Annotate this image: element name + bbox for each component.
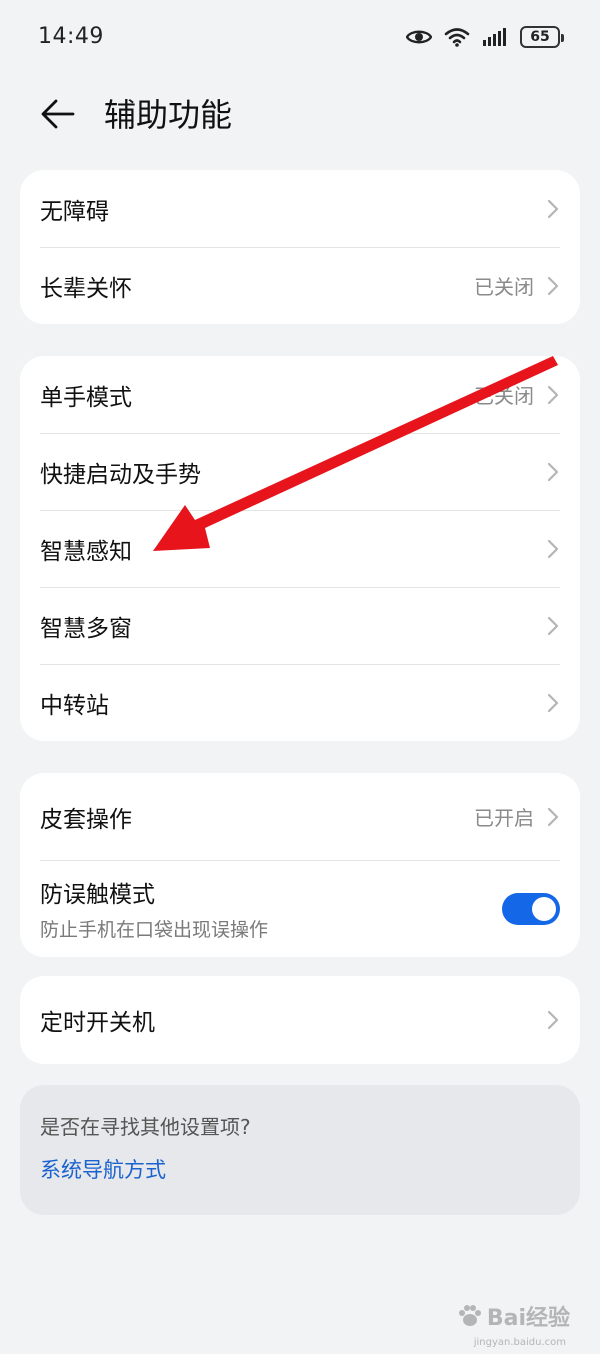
setting-value: 已关闭 <box>474 275 534 299</box>
arrow-left-icon <box>41 99 75 129</box>
watermark-logo: Bai经验 <box>457 1300 570 1332</box>
mistouch-toggle[interactable] <box>502 892 560 925</box>
setting-label: 快捷启动及手势 <box>40 461 201 488</box>
setting-value: 已开启 <box>474 806 534 830</box>
page-title: 辅助功能 <box>104 96 233 134</box>
setting-label: 定时开关机 <box>40 1010 155 1036</box>
setting-label: 无障碍 <box>40 198 109 225</box>
chevron-right-icon <box>546 615 560 637</box>
setting-description: 防止手机在口袋出现误操作 <box>40 919 269 941</box>
settings-group-interaction: 单手模式 已关闭 快捷启动及手势 智慧感知 智慧多窗 中转站 <box>20 356 580 741</box>
setting-row-accessibility[interactable]: 无障碍 <box>20 170 580 247</box>
setting-row-scheduled-power[interactable]: 定时开关机 <box>20 976 580 1064</box>
back-button[interactable] <box>36 92 80 136</box>
eye-icon <box>406 30 432 44</box>
setting-row-smart-multiwindow[interactable]: 智慧多窗 <box>20 587 580 664</box>
setting-row-smart-perception[interactable]: 智慧感知 <box>20 510 580 587</box>
setting-row-elder-care[interactable]: 长辈关怀 已关闭 <box>20 247 580 324</box>
chevron-right-icon <box>546 384 560 406</box>
wifi-icon <box>444 28 470 47</box>
settings-group-schedule: 定时开关机 <box>20 976 580 1064</box>
battery-level: 65 <box>530 29 550 45</box>
status-bar: 14:49 65 <box>0 0 600 76</box>
chevron-right-icon <box>546 692 560 714</box>
setting-row-transfer-station[interactable]: 中转站 <box>20 664 580 741</box>
system-navigation-link[interactable]: 系统导航方式 <box>40 1154 560 1184</box>
setting-value: 已关闭 <box>474 384 534 408</box>
setting-text: 防误触模式 防止手机在口袋出现误操作 <box>40 875 502 942</box>
setting-label: 中转站 <box>40 692 109 719</box>
status-icons: 65 <box>406 24 564 50</box>
chevron-right-icon <box>546 538 560 560</box>
watermark-sub: jingyan.baidu.com <box>473 1337 566 1348</box>
chevron-right-icon <box>546 275 560 297</box>
chevron-right-icon <box>546 198 560 220</box>
setting-label: 长辈关怀 <box>40 275 132 302</box>
settings-group-cover: 皮套操作 已开启 防误触模式 防止手机在口袋出现误操作 <box>20 773 580 957</box>
chevron-right-icon <box>546 1009 560 1031</box>
paw-icon <box>458 1305 481 1326</box>
setting-label: 防误触模式 <box>40 882 155 908</box>
setting-label: 皮套操作 <box>40 806 132 833</box>
battery-icon: 65 <box>520 26 564 48</box>
suggestion-card: 是否在寻找其他设置项? 系统导航方式 <box>20 1085 580 1215</box>
watermark-text: Bai经验 <box>486 1306 570 1331</box>
setting-row-one-hand-mode[interactable]: 单手模式 已关闭 <box>20 356 580 433</box>
setting-row-cover-operation[interactable]: 皮套操作 已开启 <box>20 773 580 860</box>
suggestion-question: 是否在寻找其他设置项? <box>40 1115 251 1139</box>
setting-label: 智慧多窗 <box>40 615 132 642</box>
status-time: 14:49 <box>38 24 104 49</box>
signal-icon <box>483 28 506 46</box>
settings-group-accessibility: 无障碍 长辈关怀 已关闭 <box>20 170 580 324</box>
chevron-right-icon <box>546 461 560 483</box>
setting-label: 智慧感知 <box>40 538 132 565</box>
setting-row-mistouch-mode: 防误触模式 防止手机在口袋出现误操作 <box>20 860 580 957</box>
chevron-right-icon <box>546 806 560 828</box>
setting-label: 单手模式 <box>40 384 132 411</box>
header: 辅助功能 <box>0 76 600 148</box>
setting-row-shortcuts-gestures[interactable]: 快捷启动及手势 <box>20 433 580 510</box>
toggle-knob <box>532 896 556 921</box>
